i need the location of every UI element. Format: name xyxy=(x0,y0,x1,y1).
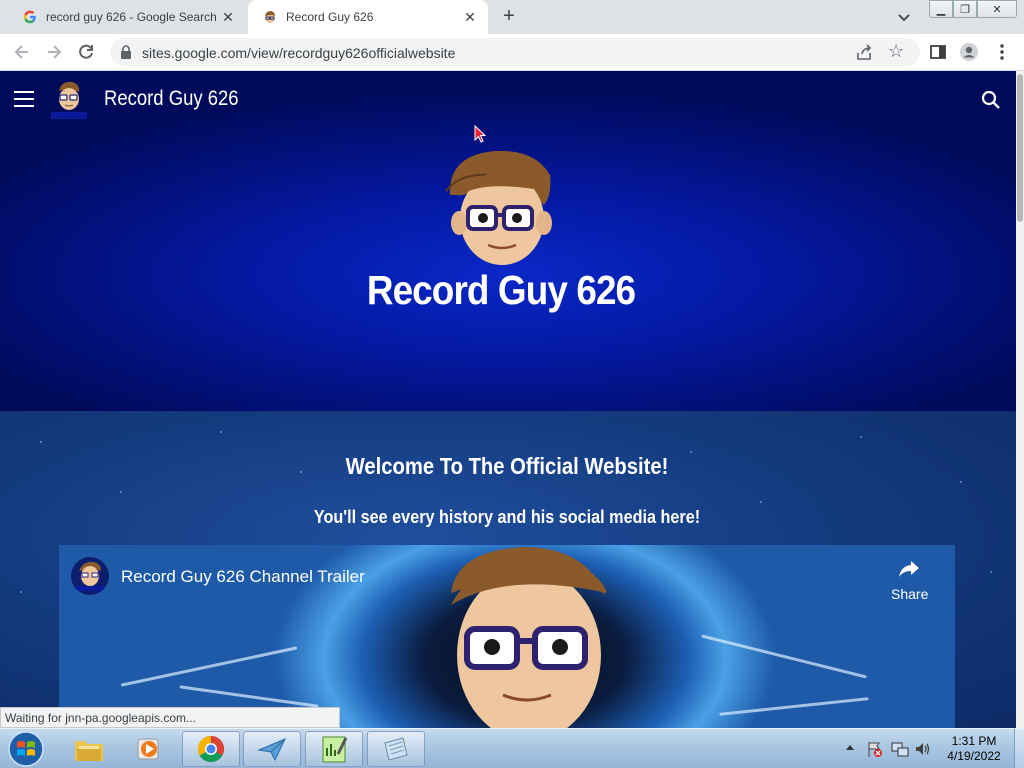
volume-icon[interactable] xyxy=(914,740,932,758)
lock-icon[interactable] xyxy=(120,45,132,59)
minimize-button[interactable]: ▁ xyxy=(929,0,953,18)
hero-banner: Record Guy 626 Record Guy 626 xyxy=(0,71,1016,411)
new-tab-button[interactable]: + xyxy=(498,6,520,28)
welcome-subheading: You'll see every history and his social … xyxy=(313,507,701,527)
restore-button[interactable]: ❐ xyxy=(953,0,977,18)
site-logo[interactable] xyxy=(47,79,91,121)
hamburger-menu-icon[interactable] xyxy=(14,91,34,107)
tab-record-guy[interactable]: Record Guy 626 ✕ xyxy=(248,0,488,34)
welcome-section: Welcome To The Official Website! You'll … xyxy=(0,411,1016,728)
tab-google-search[interactable]: record guy 626 - Google Search ✕ xyxy=(8,0,246,34)
network-icon[interactable] xyxy=(891,740,909,758)
tab-title: record guy 626 - Google Search xyxy=(46,10,217,24)
tab-strip: record guy 626 - Google Search ✕ Record … xyxy=(0,0,1024,34)
reload-icon[interactable] xyxy=(76,42,96,62)
share-arrow-icon[interactable] xyxy=(897,557,921,581)
bookmark-star-icon[interactable]: ☆ xyxy=(888,41,904,62)
video-thumbnail-face xyxy=(451,547,607,728)
mouse-cursor-icon xyxy=(474,125,486,143)
site-title[interactable]: Record Guy 626 xyxy=(104,87,239,111)
record-guy-avatar xyxy=(445,150,552,265)
address-bar[interactable]: sites.google.com/view/recordguy626offici… xyxy=(110,38,920,66)
status-bar: Waiting for jnn-pa.googleapis.com... xyxy=(0,707,340,728)
share-page-icon[interactable] xyxy=(856,44,874,60)
web-page: Record Guy 626 Record Guy 626 Welcome To… xyxy=(0,71,1016,728)
notepad-chart-icon[interactable] xyxy=(305,731,363,767)
close-icon[interactable]: ✕ xyxy=(218,7,238,27)
chrome-icon[interactable] xyxy=(182,731,240,767)
system-clock[interactable]: 1:31 PM 4/19/2022 xyxy=(936,734,1012,764)
video-player[interactable]: Record Guy 626 Channel Trailer Share xyxy=(59,545,955,728)
show-desktop-button[interactable] xyxy=(1014,729,1024,768)
url-text[interactable]: sites.google.com/view/recordguy626offici… xyxy=(142,45,455,61)
show-hidden-icons-icon[interactable] xyxy=(845,743,855,751)
welcome-heading: Welcome To The Official Website! xyxy=(345,453,669,479)
google-g-icon xyxy=(22,9,38,25)
action-center-flag-icon[interactable] xyxy=(866,740,884,758)
share-label[interactable]: Share xyxy=(891,586,928,602)
more-menu-icon[interactable] xyxy=(992,42,1012,62)
close-icon[interactable]: ✕ xyxy=(460,7,480,27)
chevron-down-icon[interactable] xyxy=(896,9,912,25)
windows-start-icon[interactable] xyxy=(6,730,46,768)
media-player-icon[interactable] xyxy=(120,731,178,767)
notepad-icon[interactable] xyxy=(367,731,425,767)
clock-date: 4/19/2022 xyxy=(947,749,1001,763)
channel-avatar[interactable] xyxy=(71,557,109,595)
back-arrow-icon[interactable] xyxy=(12,42,32,62)
record-guy-avatar-icon xyxy=(262,9,278,25)
scrollbar-thumb[interactable] xyxy=(1017,74,1023,222)
file-explorer-icon[interactable] xyxy=(60,731,118,767)
profile-avatar-icon[interactable] xyxy=(959,42,979,62)
search-icon[interactable] xyxy=(980,89,1002,111)
video-title[interactable]: Record Guy 626 Channel Trailer xyxy=(121,567,365,587)
side-panel-icon[interactable] xyxy=(928,42,948,62)
hero-title: Record Guy 626 xyxy=(366,267,636,313)
windows-taskbar: 1:31 PM 4/19/2022 xyxy=(0,728,1024,768)
clock-time: 1:31 PM xyxy=(951,734,997,748)
window-close-button[interactable]: ✕ xyxy=(977,0,1017,18)
tab-title: Record Guy 626 xyxy=(286,10,374,24)
mail-app-icon[interactable] xyxy=(243,731,301,767)
forward-arrow-icon[interactable] xyxy=(44,42,64,62)
browser-toolbar: sites.google.com/view/recordguy626offici… xyxy=(0,34,1024,71)
